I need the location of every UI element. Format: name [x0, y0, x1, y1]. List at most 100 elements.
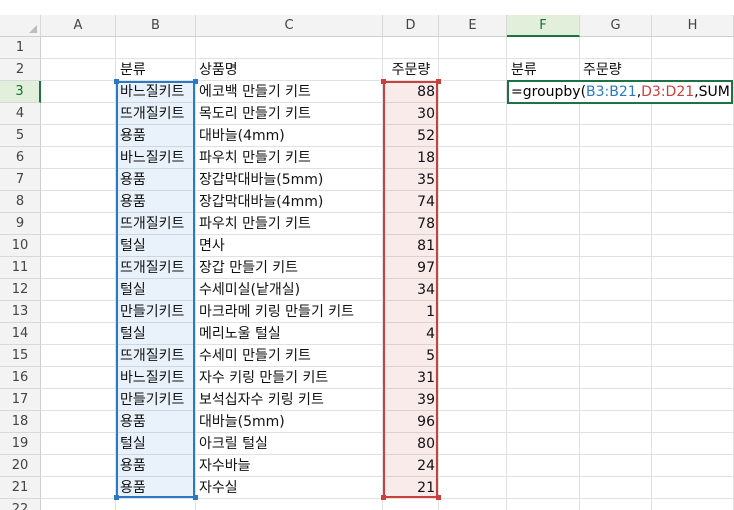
header-category[interactable]: 분류	[117, 59, 146, 81]
row-header-19[interactable]: 19	[0, 433, 41, 455]
cell-quantity[interactable]: 78	[383, 213, 439, 235]
cell-quantity[interactable]: 96	[383, 411, 439, 433]
cell-product[interactable]: 장갑막대바늘(5mm)	[196, 169, 323, 191]
cell-category[interactable]: 털실	[117, 235, 146, 257]
row-header-20[interactable]: 20	[0, 455, 41, 477]
cell-category[interactable]: 바느질키트	[117, 81, 184, 103]
row-header-8[interactable]: 8	[0, 191, 41, 213]
row-header-2[interactable]: 2	[0, 59, 41, 81]
row-header-3[interactable]: 3	[0, 81, 41, 103]
row-header-18[interactable]: 18	[0, 411, 41, 433]
column-header-h[interactable]: H	[652, 15, 734, 37]
cell-quantity[interactable]: 24	[383, 455, 439, 477]
column-header-b[interactable]: B	[116, 15, 196, 37]
row-header-10[interactable]: 10	[0, 235, 41, 257]
cell-quantity[interactable]: 39	[383, 389, 439, 411]
cell-quantity[interactable]: 5	[383, 345, 439, 367]
cell-product[interactable]: 면사	[196, 235, 225, 257]
cell-product[interactable]: 파우치 만들기 키트	[196, 213, 311, 235]
row-header-5[interactable]: 5	[0, 125, 41, 147]
cell-product[interactable]: 목도리 만들기 키트	[196, 103, 311, 125]
cell-quantity[interactable]: 34	[383, 279, 439, 301]
column-header-e[interactable]: E	[439, 15, 507, 37]
cell-product[interactable]: 자수바늘	[196, 455, 251, 477]
select-all-corner[interactable]	[0, 15, 41, 37]
cell-quantity[interactable]: 35	[383, 169, 439, 191]
cell-category[interactable]: 뜨개질키트	[117, 257, 184, 279]
column-header-a[interactable]: A	[41, 15, 116, 37]
cell-product[interactable]: 장갑막대바늘(4mm)	[196, 191, 323, 213]
row-header-16[interactable]: 16	[0, 367, 41, 389]
cell-quantity[interactable]: 4	[383, 323, 439, 345]
row-header-9[interactable]: 9	[0, 213, 41, 235]
cell-quantity[interactable]: 18	[383, 147, 439, 169]
row-header-17[interactable]: 17	[0, 389, 41, 411]
cell-product[interactable]: 메리노울 털실	[196, 323, 281, 345]
cell-quantity[interactable]: 74	[383, 191, 439, 213]
row-header-12[interactable]: 12	[0, 279, 41, 301]
spreadsheet-grid[interactable]: ABCDEFGH 1 2 3 4 5 6 7 8 9 10 11 12 13 14 15 16 17 18 19 20…	[0, 0, 734, 510]
cell-category[interactable]: 뜨개질키트	[117, 213, 184, 235]
cell-product[interactable]: 마크라메 키링 만들기 키트	[196, 301, 354, 323]
cell-quantity[interactable]: 97	[383, 257, 439, 279]
cell-category[interactable]: 털실	[117, 433, 146, 455]
row-header-13[interactable]: 13	[0, 301, 41, 323]
row-header-15[interactable]: 15	[0, 345, 41, 367]
cell-quantity[interactable]: 1	[383, 301, 439, 323]
cell-product[interactable]: 수세미실(낱개실)	[196, 279, 300, 301]
cell-category[interactable]: 바느질키트	[117, 367, 184, 389]
cell-product[interactable]: 파우치 만들기 키트	[196, 147, 311, 169]
cell-product[interactable]: 자수실	[196, 477, 238, 499]
cell-category[interactable]: 바느질키트	[117, 147, 184, 169]
cell-category[interactable]: 용품	[117, 477, 146, 499]
cell-product[interactable]: 장갑 만들기 키트	[196, 257, 298, 279]
cell-category[interactable]: 용품	[117, 455, 146, 477]
column-header-d[interactable]: D	[383, 15, 439, 37]
range-corner-handle[interactable]	[114, 495, 119, 500]
header-quantity[interactable]: 주문량	[383, 59, 439, 81]
column-header-g[interactable]: G	[580, 15, 652, 37]
row-header-14[interactable]: 14	[0, 323, 41, 345]
cell-category[interactable]: 용품	[117, 169, 146, 191]
cell-category[interactable]: 털실	[117, 323, 146, 345]
cell-category[interactable]: 만들기키트	[117, 301, 184, 323]
row-header-4[interactable]: 4	[0, 103, 41, 125]
cell-product[interactable]: 에코백 만들기 키트	[196, 81, 311, 103]
cell-product[interactable]: 수세미 만들기 키트	[196, 345, 311, 367]
cell-category[interactable]: 용품	[117, 411, 146, 433]
cell-product[interactable]: 아크릴 털실	[196, 433, 268, 455]
cell-quantity[interactable]: 21	[383, 477, 439, 499]
cell-quantity[interactable]: 30	[383, 103, 439, 125]
cell-category[interactable]: 용품	[117, 125, 146, 147]
formula-suffix: ,SUM)	[694, 84, 733, 100]
cell-category[interactable]: 용품	[117, 191, 146, 213]
row-header-11[interactable]: 11	[0, 257, 41, 279]
cell-category[interactable]: 털실	[117, 279, 146, 301]
column-header-f[interactable]: F	[507, 15, 580, 37]
cell-product[interactable]: 대바늘(5mm)	[196, 411, 285, 433]
cell-quantity[interactable]: 52	[383, 125, 439, 147]
cell-quantity[interactable]: 80	[383, 433, 439, 455]
cell-quantity[interactable]: 31	[383, 367, 439, 389]
cell-category[interactable]: 뜨개질키트	[117, 345, 184, 367]
summary-header-quantity[interactable]: 주문량	[580, 59, 622, 81]
row-header-22[interactable]: 22	[0, 499, 41, 510]
row-header-7[interactable]: 7	[0, 169, 41, 191]
range-corner-handle[interactable]	[381, 495, 386, 500]
column-header-c[interactable]: C	[196, 15, 383, 37]
cell-product[interactable]: 자수 키링 만들기 키트	[196, 367, 328, 389]
cell-category[interactable]: 만들기키트	[117, 389, 184, 411]
cell-product[interactable]: 보석십자수 키링 키트	[196, 389, 324, 411]
cell-quantity[interactable]: 81	[383, 235, 439, 257]
row-header-21[interactable]: 21	[0, 477, 41, 499]
formula-cell-editor[interactable]: =groupby(B3:B21,D3:D21,SUM)	[507, 80, 733, 104]
range-corner-handle[interactable]	[436, 495, 441, 500]
cell-product[interactable]: 대바늘(4mm)	[196, 125, 285, 147]
cell-category[interactable]: 뜨개질키트	[117, 103, 184, 125]
summary-header-category[interactable]: 분류	[508, 59, 537, 81]
row-header-1[interactable]: 1	[0, 37, 41, 59]
header-product[interactable]: 상품명	[196, 59, 238, 81]
range-corner-handle[interactable]	[193, 495, 198, 500]
cell-quantity[interactable]: 88	[383, 81, 439, 103]
row-header-6[interactable]: 6	[0, 147, 41, 169]
